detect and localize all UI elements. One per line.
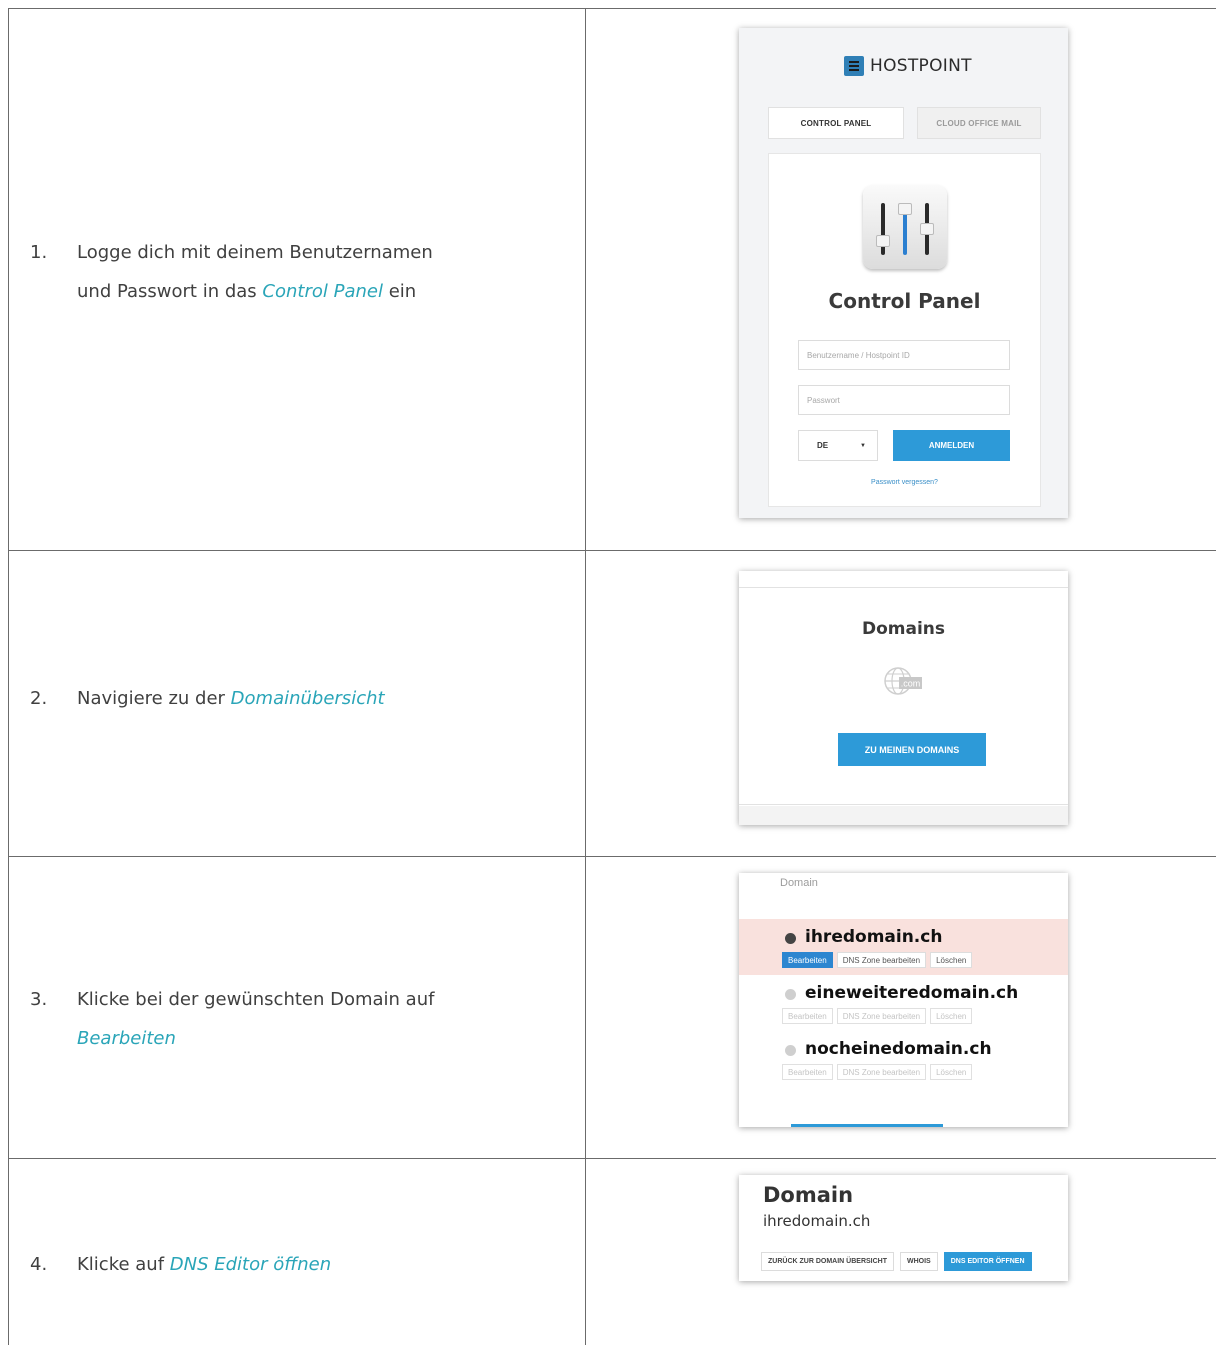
domain-row: ihredomain.ch Bearbeiten DNS Zone bearbe… [739,919,1068,975]
language-select[interactable]: DE ▼ [798,430,878,461]
hostpoint-logo-icon [844,56,864,76]
edit-button[interactable]: Bearbeiten [782,1064,833,1080]
domain-column-header: Domain [780,877,818,889]
my-domains-button[interactable]: ZU MEINEN DOMAINS [838,733,986,766]
hostpoint-logo: HOSTPOINT [844,55,972,77]
whois-button[interactable]: WHOIS [900,1252,938,1271]
back-to-domain-overview-button[interactable]: ZURÜCK ZUR DOMAIN ÜBERSICHT [761,1252,894,1271]
delete-button[interactable]: Löschen [930,1008,973,1024]
domains-title: Domains [861,619,946,639]
panel-footer [739,806,1068,825]
step-number: 2. [30,688,48,709]
divider [739,587,1068,588]
table-border-left [8,8,9,1345]
step-number: 3. [30,989,48,1010]
step-2-text: 2. Navigiere zu der Domainübersicht [30,679,385,718]
login-title: Control Panel [828,289,981,313]
edit-button[interactable]: Bearbeiten [782,952,833,968]
domain-overview-link[interactable]: Domainübersicht [231,688,385,709]
dns-zone-edit-button[interactable]: DNS Zone bearbeiten [836,952,927,968]
control-panel-sliders-icon [863,185,947,269]
domain-list-screenshot: Domain ihredomain.ch Bearbeiten DNS Zone… [739,873,1068,1127]
row-divider [8,856,1216,857]
delete-button[interactable]: Löschen [930,1064,973,1080]
delete-button[interactable]: Löschen [930,952,973,968]
open-dns-editor-button[interactable]: DNS EDITOR ÖFFNEN [943,1252,1032,1271]
globe-label: .com [901,679,921,689]
dns-zone-edit-button[interactable]: DNS Zone bearbeiten [836,1008,927,1024]
domain-name: eineweiteredomain.ch [805,983,1019,1003]
domain-detail-name: ihredomain.ch [763,1212,871,1230]
language-value: DE [817,441,829,450]
dns-editor-link[interactable]: DNS Editor öffnen [170,1254,331,1275]
domain-detail-title: Domain [763,1183,854,1207]
step-number: 1. [30,242,48,263]
username-input[interactable]: Benutzername / Hostpoint ID [798,340,1010,370]
tab-cloud-office-mail[interactable]: CLOUD OFFICE MAIL [917,107,1041,139]
login-card: Control Panel Benutzername / Hostpoint I… [768,153,1041,507]
step-text-line: Klicke bei der gewünschten Domain auf [77,989,435,1010]
globe-icon [785,989,796,1000]
row-divider [8,550,1216,551]
step-text-line: Navigiere zu der [77,688,231,709]
password-input[interactable]: Passwort [798,385,1010,415]
divider [739,804,1068,805]
domain-detail-screenshot: Domain ihredomain.ch ZURÜCK ZUR DOMAIN Ü… [739,1175,1068,1281]
step-3-text: 3. Klicke bei der gewünschten Domain auf … [30,980,434,1058]
globe-icon [785,1045,796,1056]
tab-control-panel[interactable]: CONTROL PANEL [768,107,904,139]
row-divider [8,1158,1216,1159]
globe-icon [785,933,796,944]
domain-row: eineweiteredomain.ch Bearbeiten DNS Zone… [739,975,1068,1031]
globe-icon: .com [884,667,922,695]
caret-down-icon: ▼ [860,442,866,449]
table-border-top [8,8,1216,9]
step-number: 4. [30,1254,48,1275]
forgot-password-link[interactable]: Passwort vergessen? [769,479,1040,486]
step-text-line: und Passwort in das [77,281,263,302]
step-text-line: ein [382,281,417,302]
edit-button[interactable]: Bearbeiten [782,1008,833,1024]
brand-name: HOSTPOINT [870,56,972,76]
control-panel-link[interactable]: Control Panel [262,281,383,302]
domains-screenshot: Domains .com ZU MEINEN DOMAINS [739,571,1068,825]
cropped-button [791,1124,943,1127]
column-divider [585,8,586,1345]
step-text-line: Klicke auf [77,1254,170,1275]
step-text-line: Logge dich mit deinem Benutzernamen [77,242,433,263]
dns-zone-edit-button[interactable]: DNS Zone bearbeiten [836,1064,927,1080]
domain-name: nocheinedomain.ch [805,1039,992,1059]
step-1-text: 1. Logge dich mit deinem Benutzernamen un… [30,233,433,311]
login-screenshot: HOSTPOINT CONTROL PANEL CLOUD OFFICE MAI… [739,28,1068,518]
domain-name: ihredomain.ch [805,927,943,947]
edit-link[interactable]: Bearbeiten [77,1028,176,1049]
step-4-text: 4. Klicke auf DNS Editor öffnen [30,1245,331,1284]
domain-row: nocheinedomain.ch Bearbeiten DNS Zone be… [739,1031,1068,1087]
login-button[interactable]: ANMELDEN [893,430,1010,461]
